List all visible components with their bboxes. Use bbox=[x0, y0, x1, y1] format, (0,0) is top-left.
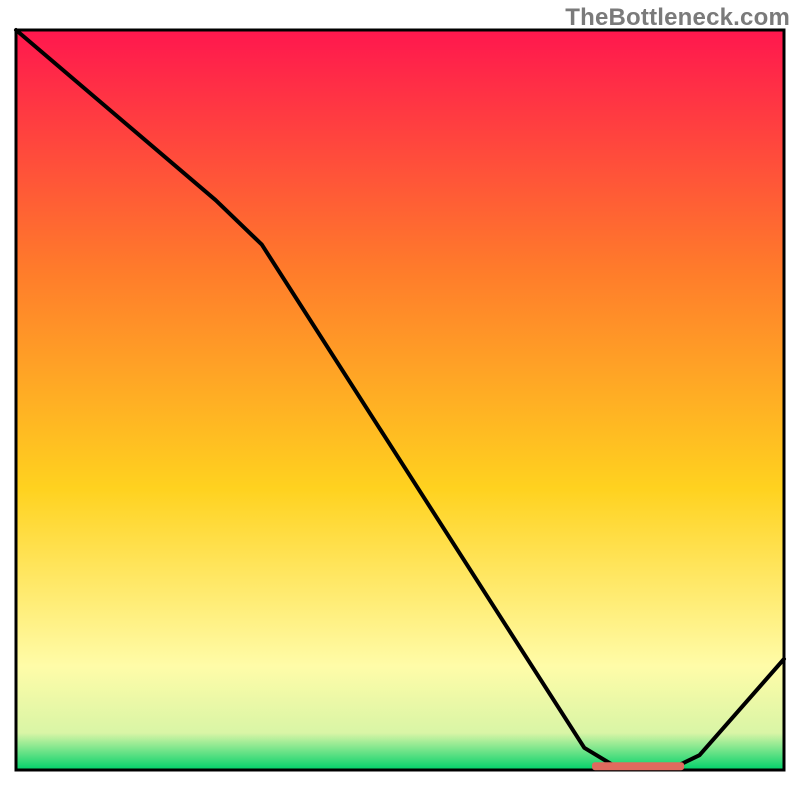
bottleneck-chart bbox=[0, 0, 800, 800]
optimal-range-marker bbox=[592, 762, 684, 770]
watermark-text: TheBottleneck.com bbox=[565, 4, 790, 32]
chart-stage: TheBottleneck.com bbox=[0, 0, 800, 800]
chart-background bbox=[16, 30, 784, 770]
